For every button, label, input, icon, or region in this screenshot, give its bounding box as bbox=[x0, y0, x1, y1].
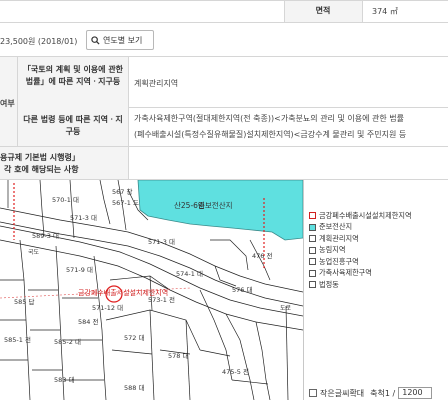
map-bottom-bar: 작은글씨확대 축척1 / 1200 bbox=[305, 386, 448, 400]
row3-label-line1: 용규제 기본법 시행령」 bbox=[0, 153, 80, 162]
legend-item: 금강폐수배출시설설치제한지역 bbox=[309, 210, 412, 222]
legend-swatch bbox=[309, 223, 316, 231]
parcel-label: 574-1 대 bbox=[176, 270, 203, 278]
parcel-label: 585-2 대 bbox=[54, 338, 81, 346]
legend-item: 농림지역 bbox=[309, 245, 412, 257]
legend-label: 계획관리지역 bbox=[319, 233, 359, 243]
parcel-label: 576 대 bbox=[232, 286, 252, 294]
map-legend: 금강폐수배출시설설치제한지역 준보전산지 계획관리지역 농림지역 농업진흥구역 … bbox=[309, 210, 412, 291]
parcel-label: 589-3 대 bbox=[32, 232, 59, 240]
map-label-layer: 산25-6임 준보전산지 금강폐수배출시설설치제한지역 567 창 567-1 … bbox=[4, 188, 292, 392]
road-label: 국도 bbox=[28, 249, 40, 256]
road-label: 도로 bbox=[280, 305, 292, 312]
parcel-label: 578 대 bbox=[168, 352, 188, 360]
parcel-label: 571-3 대 bbox=[148, 238, 175, 246]
year-view-label: 연도별 보기 bbox=[103, 35, 143, 45]
parcel-label: 571-12 대 bbox=[92, 304, 123, 312]
legend-label: 준보전산지 bbox=[319, 222, 353, 232]
legend-label: 농림지역 bbox=[319, 245, 346, 255]
map-label-forest-sub: 준보전산지 bbox=[198, 200, 233, 210]
scale-input[interactable]: 1200 bbox=[398, 387, 433, 399]
legend-label: 법정동 bbox=[319, 279, 339, 289]
legend-label: 농업진흥구역 bbox=[319, 256, 359, 266]
parcel-label: 476 전 bbox=[252, 251, 272, 260]
area-value: 374 ㎡ bbox=[372, 7, 398, 16]
search-icon bbox=[91, 35, 100, 45]
parcel-label: 572 대 bbox=[124, 334, 144, 342]
row3-label-line2: 각 호에 해당되는 사항 bbox=[4, 165, 79, 174]
zoom-text-label: 작은글씨확대 bbox=[320, 388, 365, 398]
parcel-label: 584 전 bbox=[78, 317, 98, 326]
parcel-label: 571-3 대 bbox=[70, 214, 97, 222]
area-label: 면적 bbox=[315, 6, 331, 15]
legend-swatch bbox=[309, 212, 316, 220]
parcel-label: 583 대 bbox=[54, 376, 74, 384]
year-view-button[interactable]: 연도별 보기 bbox=[86, 30, 154, 50]
legend-swatch bbox=[309, 246, 316, 254]
parcel-label: 567-1 도 bbox=[112, 199, 139, 207]
legend-item: 준보전산지 bbox=[309, 222, 412, 234]
row1-value: 계획관리지역 bbox=[134, 79, 179, 88]
zoom-text-checkbox[interactable] bbox=[309, 389, 317, 397]
parcel-label: 475-5 전 bbox=[222, 367, 249, 376]
legend-label: 금강폐수배출시설설치제한지역 bbox=[319, 210, 412, 220]
parcel-label: 573-1 전 bbox=[148, 295, 175, 304]
legend-item: 가축사육제한구역 bbox=[309, 268, 412, 280]
parcel-label: 567 창 bbox=[112, 188, 132, 196]
parcel-label: 570-1 대 bbox=[52, 196, 79, 204]
row1-label: 「국토의 계획 및 이용에 관한 법률」에 따른 지역ㆍ지구등 bbox=[22, 65, 124, 86]
parcel-label: 571-9 대 bbox=[66, 266, 93, 274]
left-header-fragment: 여부 bbox=[0, 99, 15, 108]
price-value: 23,500원 (2018/01) bbox=[0, 37, 78, 46]
map-divider bbox=[303, 180, 304, 400]
legend-label: 가축사육제한구역 bbox=[319, 268, 372, 278]
legend-swatch bbox=[309, 235, 316, 243]
parcel-label: 585 답 bbox=[14, 298, 34, 306]
legend-item: 농업진흥구역 bbox=[309, 256, 412, 268]
row2-label: 다른 법령 등에 따른 지역ㆍ지구등 bbox=[23, 115, 123, 136]
legend-swatch bbox=[309, 258, 316, 266]
legend-swatch bbox=[309, 281, 316, 289]
parcel-label: 585-1 전 bbox=[4, 335, 31, 344]
legend-item: 계획관리지역 bbox=[309, 233, 412, 245]
row2-value-line1: 가축사육제한구역(절대제한지역(전 축종))<가축분뇨의 관리 및 이용에 관한… bbox=[134, 114, 404, 123]
scale-label: 축척1 / bbox=[370, 388, 396, 398]
legend-swatch bbox=[309, 269, 316, 277]
legend-item: 법정동 bbox=[309, 279, 412, 291]
parcel-label: 588 대 bbox=[124, 384, 144, 392]
cadastral-map[interactable]: 산25-6임 준보전산지 금강폐수배출시설설치제한지역 567 창 567-1 … bbox=[0, 180, 303, 400]
row2-value-line2: (폐수배출시설(특정수질유해물질)설치제한지역)<금강수계 물관리 및 주민지원… bbox=[134, 130, 407, 139]
